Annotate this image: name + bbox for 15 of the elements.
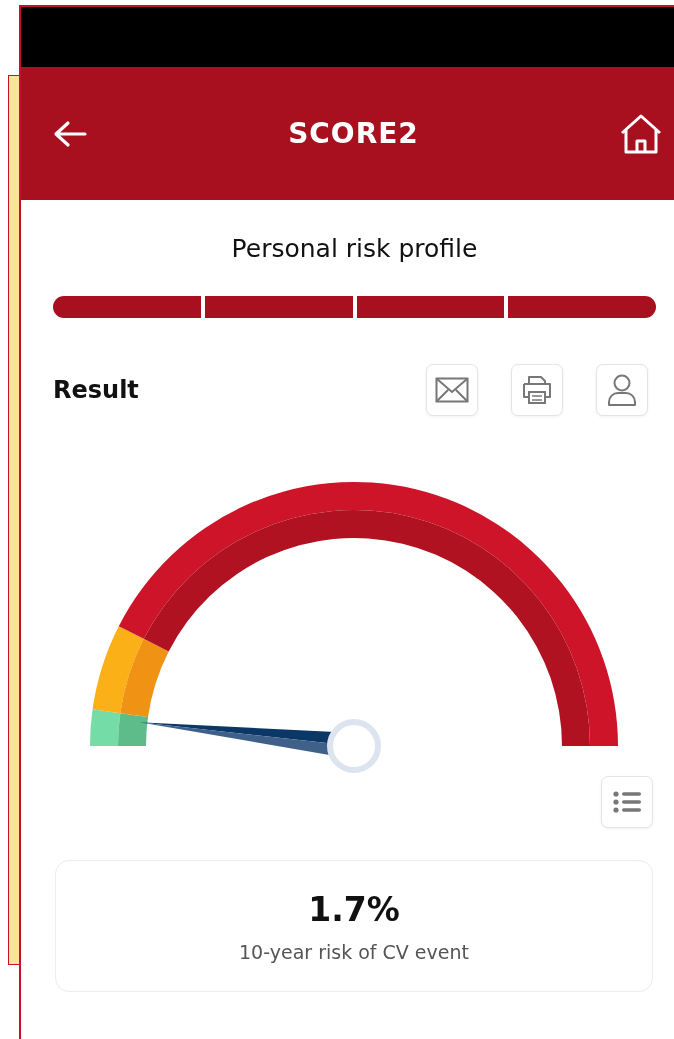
email-button[interactable] — [426, 364, 478, 416]
back-arrow-icon — [53, 119, 87, 148]
list-icon — [613, 791, 641, 813]
section-title: Personal risk profile — [230, 234, 479, 263]
home-icon — [620, 113, 662, 154]
screen-title: SCORE2 — [288, 117, 419, 150]
person-icon — [607, 374, 637, 406]
profile-button[interactable] — [596, 364, 648, 416]
risk-value: 1.7% — [308, 889, 400, 929]
print-button[interactable] — [511, 364, 563, 416]
risk-caption: 10-year risk of CV event — [239, 940, 469, 963]
legend-button[interactable] — [601, 776, 653, 828]
result-heading: Result — [53, 376, 139, 404]
envelope-icon — [435, 377, 469, 403]
printer-icon — [521, 375, 553, 405]
